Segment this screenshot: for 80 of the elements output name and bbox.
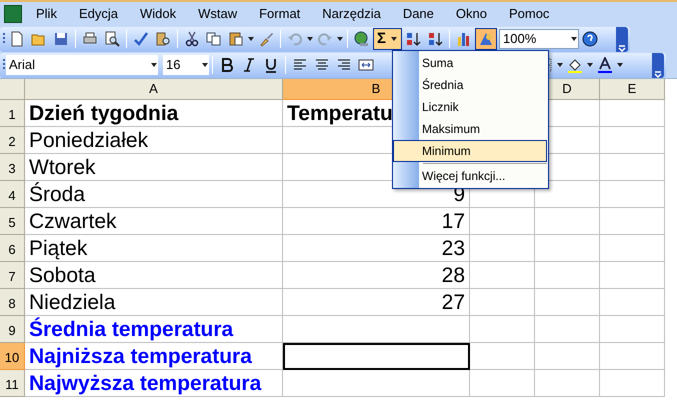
table-cell[interactable]: Poniedziałek [25,127,283,154]
globe-link-icon[interactable] [354,31,370,47]
table-cell[interactable]: 23 [283,235,470,262]
day-name: Piątek [29,236,88,261]
day-name: Czwartek [29,209,117,234]
table-cell[interactable]: 17 [283,208,470,235]
row-header[interactable]: 6 [0,235,25,262]
day-name: Środa [29,182,86,207]
bold-icon[interactable] [219,57,235,73]
table-cell[interactable]: Dzień tygodnia [25,100,283,127]
row-header[interactable]: 1 [0,100,25,127]
row-label: Najwyższa temperatura [29,371,262,396]
row-header[interactable]: 4 [0,181,25,208]
row-label: Najniższa temperatura [29,344,252,369]
menu-item[interactable]: Widok [140,4,176,24]
help-icon[interactable] [582,31,598,47]
table-cell[interactable]: Środa [25,181,283,208]
temperature-value: 28 [442,263,465,288]
menu-item[interactable]: Plik [36,4,57,24]
checkmark-icon[interactable] [133,31,149,47]
menu-item[interactable]: Pomoc [508,4,550,24]
paintbrush-icon[interactable] [258,31,274,47]
row-header[interactable]: 2 [0,127,25,154]
underline-icon[interactable] [263,57,279,73]
menu-item[interactable]: Edycja [78,4,118,24]
temperature-value: 23 [442,236,465,261]
row-header[interactable]: 5 [0,208,25,235]
day-name: Wtorek [29,155,96,180]
clipboard-icon[interactable] [228,31,244,47]
sort-ascending-icon[interactable] [405,31,422,47]
sort-descending-icon[interactable] [427,31,444,47]
menu-item[interactable]: Suma [419,52,547,74]
font-name-field[interactable]: Arial [6,55,158,75]
menu-item[interactable]: Minimum [393,140,547,162]
row-header[interactable]: 7 [0,262,25,289]
autosum-button[interactable]: Σ [373,28,402,50]
row-header[interactable]: 3 [0,154,25,181]
italic-icon[interactable] [241,57,257,73]
row-header[interactable]: 11 [0,370,25,397]
menu-item[interactable]: Format [259,4,300,24]
new-document-icon[interactable] [9,31,25,47]
row-header[interactable]: 10 [0,343,25,370]
paint-bucket-icon[interactable] [567,57,583,73]
font-size-field[interactable]: 16 [163,55,209,75]
row-header[interactable]: 8 [0,289,25,316]
menu-item[interactable]: Wstaw [198,4,238,24]
table-cell[interactable]: Piątek [25,235,283,262]
temperature-value: 17 [442,209,465,234]
shapes-icon [478,31,494,47]
table-cell[interactable]: 27 [283,289,470,316]
table-cell[interactable]: Niedziela [25,289,283,316]
column-title: Dzień tygodnia [29,101,178,126]
book-magnifier-icon[interactable] [155,31,171,47]
copy-icon[interactable] [206,31,222,47]
day-name: Poniedziałek [29,128,148,153]
menu-item[interactable]: Okno [456,4,487,24]
table-cell[interactable]: Sobota [25,262,283,289]
menu-item[interactable]: Dane [402,4,434,24]
day-name: Niedziela [29,290,116,315]
scissors-icon[interactable] [184,31,200,47]
table-cell[interactable]: Wtorek [25,154,283,181]
temperature-value: 27 [442,290,465,315]
day-name: Sobota [29,263,96,288]
magnifier-page-icon[interactable] [104,31,120,47]
zoom-field[interactable]: 100% [499,29,580,49]
table-cell[interactable]: Średnia temperatura [25,316,283,343]
column-title: Temperatu [287,101,393,126]
row-label: Średnia temperatura [29,317,234,342]
menu-item[interactable]: Narzędzia [322,4,381,24]
table-cell[interactable] [283,343,470,370]
column-header[interactable]: E [600,79,665,100]
merge-cells-icon[interactable] [358,57,374,73]
drawing-button[interactable] [475,28,498,50]
column-header[interactable]: A [25,79,283,100]
row-header[interactable]: 9 [0,316,25,343]
font-color-icon[interactable] [597,57,613,73]
table-cell[interactable]: Najniższa temperatura [25,343,283,370]
table-cell[interactable]: 28 [283,262,470,289]
table-cell[interactable]: Najwyższa temperatura [25,370,283,397]
table-cell[interactable]: Czwartek [25,208,283,235]
